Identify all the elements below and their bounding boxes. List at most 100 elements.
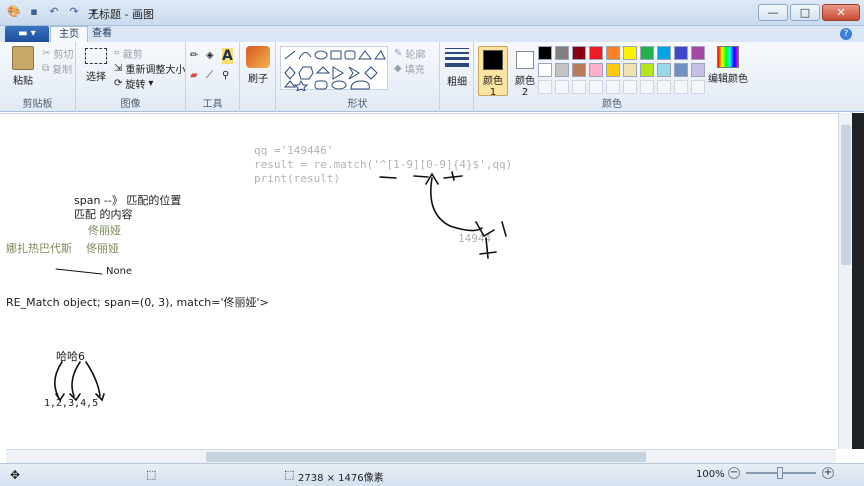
- palette-swatch[interactable]: [538, 46, 552, 60]
- custom-color-slot[interactable]: [657, 80, 671, 94]
- line-width-icon: [445, 48, 469, 67]
- color-picker-icon[interactable]: ⟋: [206, 70, 213, 81]
- tab-view[interactable]: 查看: [84, 26, 120, 42]
- palette-swatch[interactable]: [589, 46, 603, 60]
- custom-color-slot[interactable]: [623, 80, 637, 94]
- status-bar: ✥ ⬚ ⬚ 2738 × 1476像素 100% − +: [0, 463, 864, 486]
- eraser-icon[interactable]: ▰: [190, 70, 198, 81]
- custom-color-slot[interactable]: [691, 80, 705, 94]
- fill-icon: ◆: [394, 63, 402, 74]
- cut-button[interactable]: ✂ 剪切: [42, 46, 73, 61]
- color2-button[interactable]: 颜色 2: [510, 46, 540, 98]
- fill-bucket-icon[interactable]: ◈: [206, 50, 214, 61]
- shapes-gallery-icons: [283, 50, 386, 92]
- maximize-button[interactable]: □: [790, 4, 820, 21]
- color2-swatch: [516, 51, 534, 69]
- palette-swatch[interactable]: [538, 63, 552, 77]
- undo-icon[interactable]: ↶: [46, 4, 62, 20]
- palette-swatch[interactable]: [555, 63, 569, 77]
- shapes-gallery[interactable]: [280, 46, 388, 92]
- save-icon[interactable]: ▪: [26, 4, 42, 20]
- color1-button[interactable]: 颜色 1: [478, 46, 508, 98]
- brushes-group: 刷子: [240, 42, 276, 112]
- canvas-dimensions: 2738 × 1476像素: [298, 473, 384, 484]
- vertical-scroll-thumb[interactable]: [841, 125, 851, 265]
- size-group: 粗细: [440, 42, 474, 112]
- title-bar: 🎨 ▪ ↶ ↷ ▾ 无标题 - 画图 — □ ✕: [0, 0, 864, 26]
- note-match-content: 匹配 的内容: [74, 208, 133, 221]
- edit-colors-button[interactable]: 编辑颜色: [708, 46, 748, 85]
- redo-icon[interactable]: ↷: [66, 4, 82, 20]
- shape-outline-button[interactable]: ✎ 轮廓: [394, 46, 425, 61]
- custom-color-slot[interactable]: [555, 80, 569, 94]
- zoom-slider-thumb[interactable]: [777, 467, 783, 479]
- palette-swatch[interactable]: [640, 63, 654, 77]
- match-object-text: RE_Match object; span=(0, 3), match='佟丽娅…: [6, 296, 269, 309]
- vertical-scrollbar[interactable]: [838, 113, 852, 449]
- palette-swatch[interactable]: [657, 46, 671, 60]
- scissors-icon: ✂: [42, 48, 51, 59]
- palette-swatch[interactable]: [623, 46, 637, 60]
- copy-button[interactable]: ⧉ 复制: [42, 61, 72, 76]
- pencil-icon[interactable]: ✏: [190, 50, 198, 61]
- file-menu-button[interactable]: ▬ ▾: [5, 26, 49, 42]
- shapes-group-label: 形状: [347, 99, 368, 110]
- palette-swatch[interactable]: [674, 46, 688, 60]
- arrow-down-3: [85, 361, 105, 402]
- tab-home[interactable]: 主页: [50, 26, 88, 42]
- name-label-left: 娜扎热巴代斯: [6, 242, 72, 255]
- zoom-out-button[interactable]: −: [728, 467, 740, 479]
- window-title: 无标题 - 画图: [88, 8, 154, 21]
- palette-swatch[interactable]: [555, 46, 569, 60]
- zoom-in-button[interactable]: +: [822, 467, 834, 479]
- palette-swatch[interactable]: [572, 63, 586, 77]
- palette-swatch[interactable]: [691, 63, 705, 77]
- size-button[interactable]: 粗细: [442, 46, 472, 88]
- select-button[interactable]: 选择: [82, 48, 110, 83]
- palette-swatch[interactable]: [572, 46, 586, 60]
- palette-swatch[interactable]: [640, 46, 654, 60]
- palette-swatch[interactable]: [691, 46, 705, 60]
- help-icon[interactable]: ?: [840, 28, 852, 40]
- custom-color-slot[interactable]: [538, 80, 552, 94]
- pointer-line-stroke: [55, 268, 103, 275]
- text-tool-icon[interactable]: A: [222, 48, 233, 64]
- palette-swatch[interactable]: [589, 63, 603, 77]
- numbers-label: 1,2,3,4,5: [44, 398, 99, 409]
- paste-button[interactable]: 粘贴: [6, 46, 40, 87]
- custom-color-slot[interactable]: [572, 80, 586, 94]
- cursor-position-icon: ✥: [10, 468, 21, 482]
- chevron-down-icon: ▾: [148, 78, 154, 89]
- brushes-button[interactable]: 刷子: [242, 46, 274, 85]
- clipboard-group: 粘贴 ✂ 剪切 ⧉ 复制 剪贴板: [0, 42, 76, 112]
- palette-swatch[interactable]: [623, 63, 637, 77]
- custom-color-slot[interactable]: [589, 80, 603, 94]
- palette-swatch[interactable]: [657, 63, 671, 77]
- tools-group-label: 工具: [202, 99, 223, 110]
- screen-edge: [852, 113, 864, 449]
- custom-color-slot[interactable]: [606, 80, 620, 94]
- shape-fill-button[interactable]: ◆ 填充: [394, 61, 425, 76]
- palette-swatch[interactable]: [606, 63, 620, 77]
- custom-color-slot[interactable]: [674, 80, 688, 94]
- close-button[interactable]: ✕: [822, 4, 860, 21]
- palette-swatch[interactable]: [674, 63, 688, 77]
- palette-swatch[interactable]: [606, 46, 620, 60]
- outline-icon: ✎: [394, 48, 403, 59]
- underline-stroke-3: [443, 171, 463, 181]
- rotate-button[interactable]: ⟳ 旋转 ▾: [114, 76, 153, 91]
- resize-icon: ⇲: [114, 63, 123, 74]
- zoom-slider[interactable]: [746, 467, 816, 479]
- paint-app-icon[interactable]: 🎨: [6, 4, 22, 20]
- resize-button[interactable]: ⇲ 重新调整大小: [114, 61, 185, 76]
- horizontal-scrollbar[interactable]: [6, 449, 836, 463]
- custom-color-slot[interactable]: [640, 80, 654, 94]
- minimize-button[interactable]: —: [758, 4, 788, 21]
- magnifier-icon[interactable]: ⚲: [222, 70, 229, 81]
- window-controls: — □ ✕: [758, 4, 860, 21]
- ribbon: 粘贴 ✂ 剪切 ⧉ 复制 剪贴板 选择 ⌗ 裁剪 ⇲ 重新调整大小 ⟳ 旋转 ▾ 图像 ✏ …: [0, 42, 864, 112]
- crop-button[interactable]: ⌗ 裁剪: [114, 46, 143, 61]
- horizontal-scroll-thumb[interactable]: [206, 452, 646, 462]
- code-line-2: result = re.match('^[1-9][0-9]{4}$',qq): [254, 158, 513, 171]
- drawing-canvas[interactable]: qq ='149446' result = re.match('^[1-9][0…: [6, 118, 838, 448]
